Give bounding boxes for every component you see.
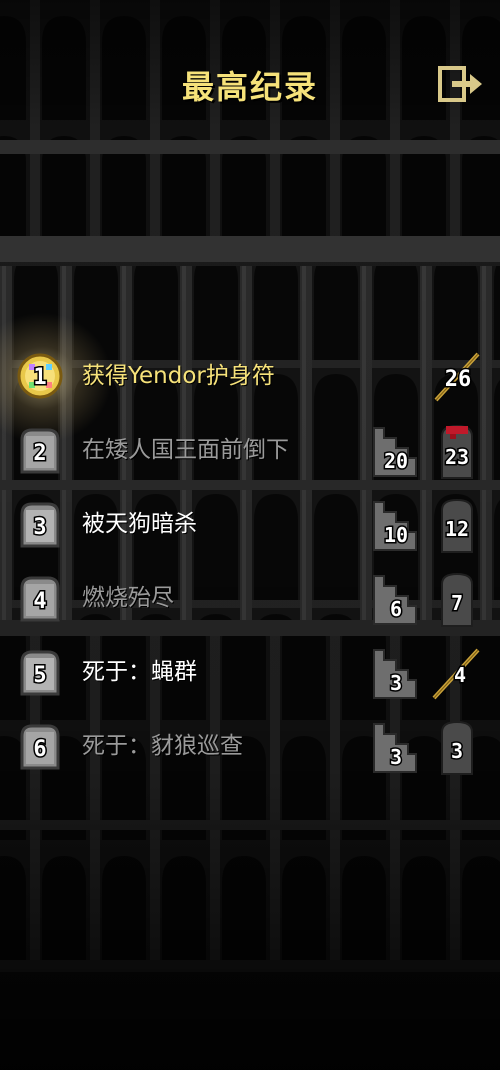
svg-text:3: 3 [33, 515, 46, 540]
record-description: 死于：豺狼巡查 [82, 733, 243, 759]
tombstone-icon: 6 [20, 724, 60, 770]
record-row-5[interactable]: 5 死于：蝇群 3 4 [0, 636, 500, 710]
record-description: 被天狗暗杀 [82, 511, 197, 537]
page-title: 最高纪录 [181, 68, 318, 106]
svg-text:1: 1 [33, 365, 46, 390]
record-row-2[interactable]: 2 在矮人国王面前倒下 20 23 [0, 414, 500, 488]
gravestone-icon: 7 [441, 572, 473, 627]
svg-text:4: 4 [33, 589, 46, 614]
gravestone-icon: 3 [441, 720, 473, 775]
record-row-3[interactable]: 3 被天狗暗杀 10 12 [0, 488, 500, 562]
exit-button[interactable] [436, 64, 486, 104]
staff-icon: 26 [434, 352, 480, 402]
bloody-gravestone-icon: 23 [441, 424, 473, 479]
stairs-depth-icon: 20 [373, 427, 417, 477]
tombstone-icon: 2 [20, 428, 60, 474]
level-value: 7 [451, 591, 463, 615]
level-value: 4 [454, 663, 466, 687]
tombstone-icon: 5 [20, 650, 60, 696]
stairs-depth-icon: 3 [373, 723, 417, 773]
gravestone-icon: 12 [441, 498, 473, 553]
tombstone-icon: 4 [20, 576, 60, 622]
stairs-depth-icon: 10 [373, 501, 417, 551]
stairs-depth-icon: 3 [373, 649, 417, 699]
exit-icon [438, 66, 482, 102]
depth-value: 3 [390, 671, 402, 695]
record-row-6[interactable]: 6 死于：豺狼巡查 3 3 [0, 710, 500, 784]
level-value: 3 [451, 739, 463, 763]
record-description: 燃烧殆尽 [82, 585, 174, 611]
stairs-depth-icon: 6 [373, 575, 417, 625]
depth-value: 6 [390, 597, 402, 621]
depth-value: 10 [384, 523, 408, 547]
depth-value: 20 [384, 449, 408, 473]
record-description: 死于：蝇群 [82, 659, 197, 685]
svg-text:5: 5 [33, 663, 46, 688]
depth-value: 3 [390, 745, 402, 769]
svg-text:2: 2 [33, 441, 46, 466]
record-row-4[interactable]: 4 燃烧殆尽 6 7 [0, 562, 500, 636]
level-value: 23 [445, 445, 469, 469]
record-row-1[interactable]: 1 获得Yendor护身符 26 [0, 340, 500, 414]
staff-icon: 4 [432, 648, 480, 700]
amulet-of-yendor-icon: 1 [17, 353, 63, 399]
tombstone-icon: 3 [20, 502, 60, 548]
record-description: 在矮人国王面前倒下 [82, 437, 289, 463]
record-description: 获得Yendor护身符 [82, 363, 275, 389]
level-value: 12 [445, 517, 469, 541]
level-value: 26 [445, 367, 472, 392]
svg-text:6: 6 [33, 737, 46, 762]
